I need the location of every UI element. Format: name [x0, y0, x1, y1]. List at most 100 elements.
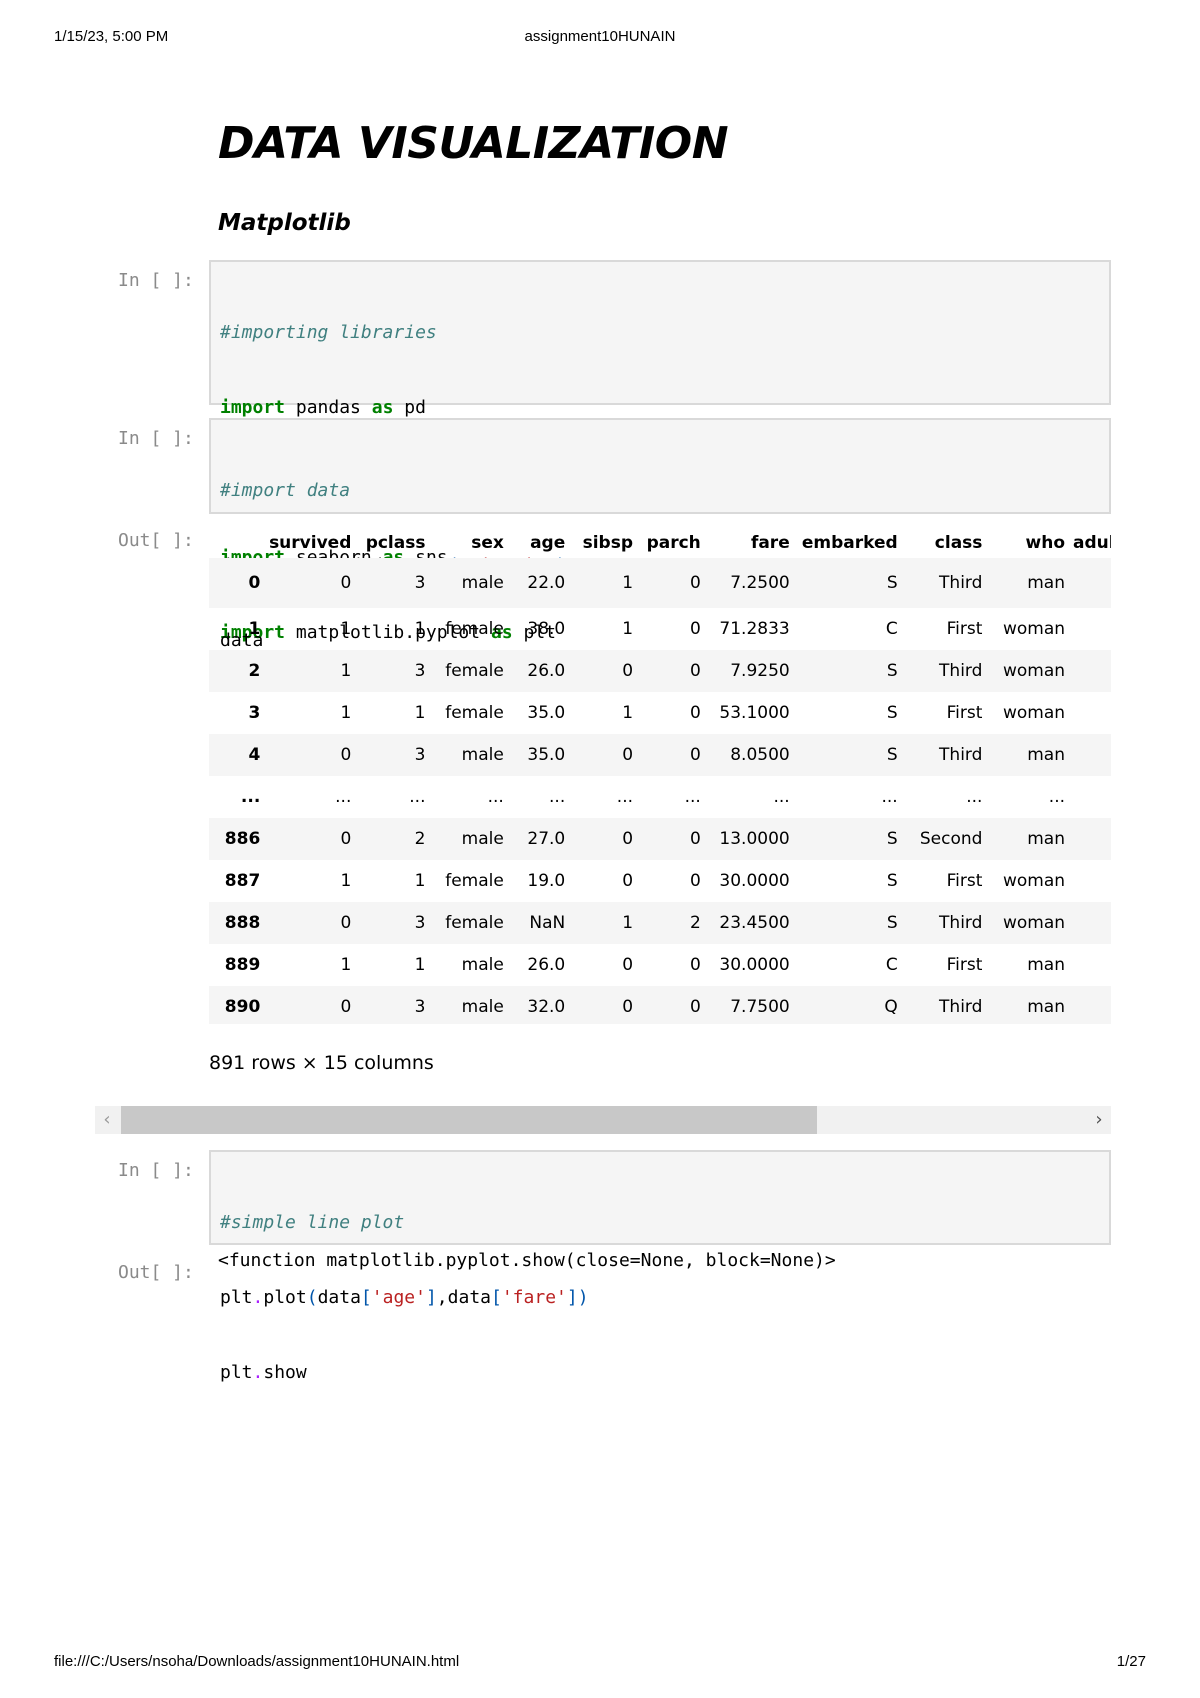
- dataframe-output: survived pclass sex age sibsp parch fare embark…: [209, 528, 1111, 1024]
- code-line: import pandas as pd: [220, 395, 1100, 420]
- print-page-number: 1/27: [1116, 1653, 1146, 1670]
- table-cell: S: [886, 661, 898, 681]
- row-index: ...: [240, 787, 261, 807]
- table-cell: True: [1073, 944, 1111, 986]
- scrollbar-thumb[interactable]: [121, 1106, 817, 1134]
- identifier: show: [263, 1362, 307, 1383]
- cell1-input-prompt: In [ ]:: [118, 270, 194, 291]
- cell3-output-text: <function matplotlib.pyplot.show(close=N…: [218, 1250, 836, 1271]
- table-cell: man: [1027, 745, 1066, 765]
- column-header: sibsp: [582, 533, 634, 553]
- column-header: [209, 528, 268, 558]
- table-cell: ...: [881, 787, 898, 807]
- dataframe-table: survived pclass sex age sibsp parch fare embark…: [209, 528, 1111, 1024]
- table-cell: 2: [689, 913, 701, 933]
- row-index: 887: [224, 871, 261, 891]
- table-cell: 27.0: [527, 829, 566, 849]
- operator: .: [252, 1287, 264, 1308]
- punctuation: [: [360, 1287, 372, 1308]
- table-cell: man: [1027, 955, 1066, 975]
- keyword: as: [371, 397, 394, 418]
- table-cell: S: [886, 703, 898, 723]
- print-header: 1/15/23, 5:00 PM assignment10HUNAIN: [54, 28, 1146, 48]
- table-cell: 1: [622, 913, 634, 933]
- punctuation: ]: [566, 1287, 578, 1308]
- heading-matplotlib: Matplotlib: [218, 210, 351, 236]
- table-cell: ...: [684, 787, 701, 807]
- scroll-right-icon[interactable]: ›: [1087, 1106, 1111, 1134]
- string-literal: 'age': [371, 1287, 426, 1308]
- cell2-code-input[interactable]: #import data data=sns.load_dataset('tita…: [209, 418, 1111, 651]
- table-cell: ...: [966, 787, 983, 807]
- code-comment: #import data: [220, 480, 351, 501]
- column-header: fare: [750, 533, 790, 553]
- table-cell: male: [461, 745, 504, 765]
- table-cell: 1: [414, 955, 426, 975]
- punctuation: (: [306, 1287, 318, 1308]
- table-cell: 22.0: [527, 573, 566, 593]
- cell1-code-input[interactable]: #importing libraries import pandas as pd…: [209, 260, 1111, 643]
- table-cell: 0: [689, 871, 701, 891]
- table-cell: 7.9250: [730, 661, 790, 681]
- table-cell: 30.0000: [719, 955, 790, 975]
- operator: .: [252, 1362, 264, 1383]
- cell2-output-prompt: Out[ ]:: [118, 530, 194, 551]
- table-cell: 1: [340, 703, 352, 723]
- table-row: 887 1 1 female 19.0 0 0 30.0000 S First woman False: [209, 860, 1111, 902]
- row-index: 4: [248, 745, 261, 765]
- table-cell: 2: [414, 829, 426, 849]
- table-cell: 0: [340, 573, 352, 593]
- column-header: class: [934, 533, 983, 553]
- horizontal-scrollbar[interactable]: ‹ ›: [95, 1106, 1111, 1134]
- punctuation: ,: [436, 1287, 448, 1308]
- column-header: pclass: [365, 533, 426, 553]
- table-cell: Q: [884, 997, 898, 1017]
- heading-data-visualization: DATA VISUALIZATION: [218, 118, 729, 169]
- code-line: plt.plot(data['age'],data['fare']): [220, 1285, 1100, 1310]
- table-cell: 0: [622, 955, 634, 975]
- column-header: survived: [269, 533, 352, 553]
- table-cell: 1: [622, 573, 634, 593]
- table-cell: 3: [414, 997, 426, 1017]
- table-cell: male: [461, 829, 504, 849]
- table-cell: C: [885, 955, 898, 975]
- identifier: plot: [263, 1287, 307, 1308]
- table-cell: 0: [622, 997, 634, 1017]
- table-cell: False: [1073, 608, 1111, 650]
- cell3-code-input[interactable]: #simple line plot plt.plot(data['age'],d…: [209, 1150, 1111, 1383]
- table-cell: male: [461, 955, 504, 975]
- cell2-input-prompt: In [ ]:: [118, 428, 194, 449]
- table-cell: woman: [1002, 661, 1066, 681]
- table-cell: 26.0: [527, 955, 566, 975]
- table-cell: False: [1073, 650, 1111, 692]
- table-cell: True: [1073, 986, 1111, 1024]
- table-cell: 1: [340, 619, 352, 639]
- table-cell: True: [1073, 558, 1111, 608]
- scroll-left-icon[interactable]: ‹: [95, 1106, 119, 1134]
- row-index: 1: [248, 619, 261, 639]
- table-cell: ...: [487, 787, 504, 807]
- table-cell: 1: [340, 955, 352, 975]
- table-cell: S: [886, 871, 898, 891]
- table-cell: 3: [414, 745, 426, 765]
- table-cell: female: [445, 619, 504, 639]
- table-cell: 3: [414, 661, 426, 681]
- table-cell: 35.0: [527, 745, 566, 765]
- table-cell: 32.0: [527, 997, 566, 1017]
- table-row: 0 0 3 male 22.0 1 0 7.2500 S Third man True: [209, 558, 1111, 608]
- table-cell: 0: [689, 573, 701, 593]
- table-cell: female: [445, 703, 504, 723]
- cell3-output-prompt: Out[ ]:: [118, 1262, 194, 1283]
- column-header: sex: [471, 533, 504, 553]
- table-row: 4 0 3 male 35.0 0 0 8.0500 S Third man True: [209, 734, 1111, 776]
- table-cell: ...: [409, 787, 426, 807]
- table-cell: ...: [773, 787, 790, 807]
- code-line: plt.show: [220, 1360, 1100, 1385]
- table-cell: ...: [1048, 787, 1066, 807]
- table-row: 1 1 1 female 38.0 1 0 71.2833 C First woman False: [209, 608, 1111, 650]
- table-cell: 23.4500: [719, 913, 790, 933]
- string-literal: 'fare': [501, 1287, 567, 1308]
- table-cell: Third: [939, 913, 983, 933]
- module: pandas: [295, 397, 361, 418]
- table-cell: 71.2833: [719, 619, 790, 639]
